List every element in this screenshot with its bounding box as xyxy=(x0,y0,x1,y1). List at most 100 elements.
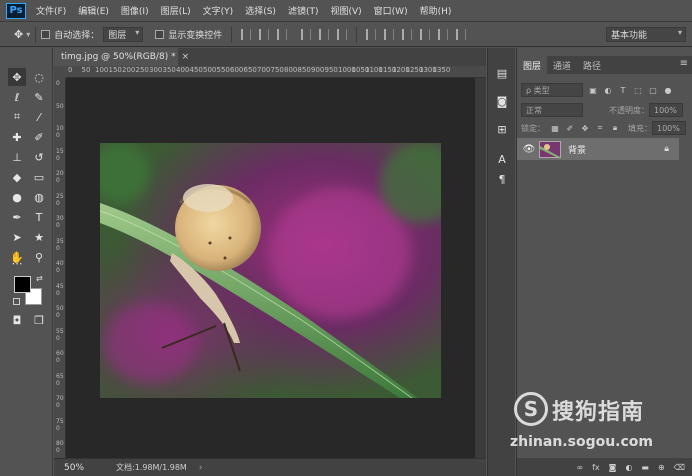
add-mask-icon[interactable]: ◙ xyxy=(609,463,617,472)
align-right-icon[interactable] xyxy=(337,29,348,40)
new-layer-icon[interactable]: ⊕ xyxy=(658,463,665,472)
character-panel-icon[interactable]: A xyxy=(493,150,511,168)
layer-row-background[interactable]: 👁︎ 背景 🔒︎ xyxy=(517,138,679,160)
zoom-readout[interactable]: 50% xyxy=(64,463,104,473)
shape-icon[interactable]: ★ xyxy=(30,228,48,246)
chevron-down-icon[interactable]: ▾ xyxy=(26,30,30,39)
menu-type[interactable]: 文字(Y) xyxy=(203,4,234,17)
edit-toolbar-icon[interactable]: ⋯ xyxy=(8,254,26,272)
lasso-icon[interactable]: ℓ xyxy=(8,88,26,106)
distribute-vcenter-icon[interactable] xyxy=(384,29,395,40)
eyedropper-icon[interactable]: ⁄ xyxy=(30,108,48,126)
panel-menu-icon[interactable]: ≡ xyxy=(680,58,688,69)
lock-position-icon[interactable]: ✥ xyxy=(580,123,590,133)
document-tab-bar: timg.jpg @ 50%(RGB/8) * × xyxy=(54,48,486,66)
move-tool-preset-icon[interactable]: ✥ xyxy=(14,28,23,41)
link-layers-icon[interactable]: ∞ xyxy=(576,463,583,472)
vertical-scrollbar[interactable] xyxy=(475,78,486,458)
align-bottom-icon[interactable] xyxy=(277,29,288,40)
layer-filter-select[interactable]: ρ 类型 xyxy=(521,83,583,97)
align-top-icon[interactable] xyxy=(241,29,252,40)
menu-file[interactable]: 文件(F) xyxy=(36,4,66,17)
auto-select-checkbox[interactable] xyxy=(41,30,51,39)
document-tab[interactable]: timg.jpg @ 50%(RGB/8) * × xyxy=(54,48,189,66)
paragraph-panel-icon[interactable]: ¶ xyxy=(493,170,511,188)
tab-channels[interactable]: 通道 xyxy=(547,56,577,74)
fill-field[interactable]: 100% xyxy=(652,121,686,135)
trash-icon[interactable]: ⌫ xyxy=(674,463,685,472)
lock-pixels-icon[interactable]: ✐ xyxy=(565,123,575,133)
align-vcenter-icon[interactable] xyxy=(259,29,270,40)
document-image[interactable] xyxy=(100,143,441,398)
move-icon[interactable]: ✥ xyxy=(8,68,26,86)
tab-paths[interactable]: 路径 xyxy=(577,56,607,74)
menu-image[interactable]: 图像(I) xyxy=(121,4,149,17)
filter-pixel-icon[interactable]: ▣ xyxy=(588,85,598,95)
ruler-tick-label: 850 xyxy=(297,66,311,74)
lock-all-icon[interactable]: 🔒︎ xyxy=(610,123,620,133)
filter-type-icon[interactable]: T xyxy=(618,85,628,95)
gradient-icon[interactable]: ▭ xyxy=(30,168,48,186)
menu-help[interactable]: 帮助(H) xyxy=(420,4,452,17)
tools-panel: ✥ ◌ ℓ ✎ ⌗ ⁄ ✚ ✐ ⊥ ↺ ◆ ▭ ● ◍ ✒ T ➤ ★ ✋ ⚲ … xyxy=(0,48,53,476)
properties-panel-icon[interactable]: ◙ xyxy=(493,92,511,110)
screen-mode-icon[interactable]: ❐ xyxy=(30,311,48,329)
new-adjustment-icon[interactable]: ◐ xyxy=(625,463,632,472)
menu-select[interactable]: 选择(S) xyxy=(245,4,276,17)
snail-photo xyxy=(100,143,441,398)
distribute-left-icon[interactable] xyxy=(420,29,431,40)
zoom-icon[interactable]: ⚲ xyxy=(30,248,48,266)
layer-style-icon[interactable]: fx xyxy=(592,463,600,472)
brush-icon[interactable]: ✐ xyxy=(30,128,48,146)
dodge-icon[interactable]: ◍ xyxy=(30,188,48,206)
show-transform-checkbox[interactable] xyxy=(155,30,165,39)
ruler-tick-label: 350 xyxy=(162,66,176,74)
menu-view[interactable]: 视图(V) xyxy=(330,4,361,17)
quick-mask-icon[interactable]: ◘ xyxy=(8,311,26,329)
eye-icon[interactable]: 👁︎ xyxy=(521,144,537,155)
align-left-icon[interactable] xyxy=(301,29,312,40)
menu-filter[interactable]: 滤镜(T) xyxy=(288,4,319,17)
options-bar: ✥ ▾ 自动选择： 图层 显示变换控件 基本功能 xyxy=(0,23,692,47)
healing-icon[interactable]: ✚ xyxy=(8,128,26,146)
filter-adjustment-icon[interactable]: ◐ xyxy=(603,85,613,95)
ruler-tick-label: 0 xyxy=(68,66,73,74)
filter-shape-icon[interactable]: ⬚ xyxy=(633,85,643,95)
distribute-right-icon[interactable] xyxy=(456,29,467,40)
workspace-dropdown[interactable]: 基本功能 xyxy=(606,27,686,42)
distribute-top-icon[interactable] xyxy=(366,29,377,40)
default-colors-icon[interactable] xyxy=(13,298,20,305)
libraries-panel-icon[interactable]: ⊞ xyxy=(493,120,511,138)
tab-layers[interactable]: 图层 xyxy=(517,56,548,74)
quick-select-icon[interactable]: ✎ xyxy=(30,88,48,106)
distribute-hcenter-icon[interactable] xyxy=(438,29,449,40)
blur-icon[interactable]: ● xyxy=(8,188,26,206)
ruler-tick-label: 0 xyxy=(56,80,60,87)
marquee-icon[interactable]: ◌ xyxy=(30,68,48,86)
swap-colors-icon[interactable]: ⇄ xyxy=(36,274,43,283)
filter-smart-icon[interactable]: ▢ xyxy=(648,85,658,95)
blend-mode-select[interactable]: 正常 xyxy=(521,103,583,117)
filter-toggle-icon[interactable]: ● xyxy=(663,85,673,95)
history-brush-icon[interactable]: ↺ xyxy=(30,148,48,166)
stamp-icon[interactable]: ⊥ xyxy=(8,148,26,166)
distribute-bottom-icon[interactable] xyxy=(402,29,413,40)
lock-artboard-icon[interactable]: ⌗ xyxy=(595,123,605,133)
align-hcenter-icon[interactable] xyxy=(319,29,330,40)
pen-icon[interactable]: ✒ xyxy=(8,208,26,226)
menu-edit[interactable]: 编辑(E) xyxy=(78,4,109,17)
auto-select-dropdown[interactable]: 图层 xyxy=(103,27,144,42)
path-select-icon[interactable]: ➤ xyxy=(8,228,26,246)
type-icon[interactable]: T xyxy=(30,208,48,226)
foreground-color-swatch[interactable] xyxy=(14,276,31,293)
status-menu-arrow[interactable]: › xyxy=(199,463,203,473)
eraser-icon[interactable]: ◆ xyxy=(8,168,26,186)
crop-icon[interactable]: ⌗ xyxy=(8,108,26,126)
menu-window[interactable]: 窗口(W) xyxy=(374,4,408,17)
lock-transparent-icon[interactable]: ▦ xyxy=(550,123,560,133)
menu-layer[interactable]: 图层(L) xyxy=(161,4,191,17)
opacity-field[interactable]: 100% xyxy=(649,103,683,117)
close-icon[interactable]: × xyxy=(182,52,190,62)
new-group-icon[interactable]: ▬ xyxy=(641,463,649,472)
history-panel-icon[interactable]: ▤ xyxy=(493,64,511,82)
